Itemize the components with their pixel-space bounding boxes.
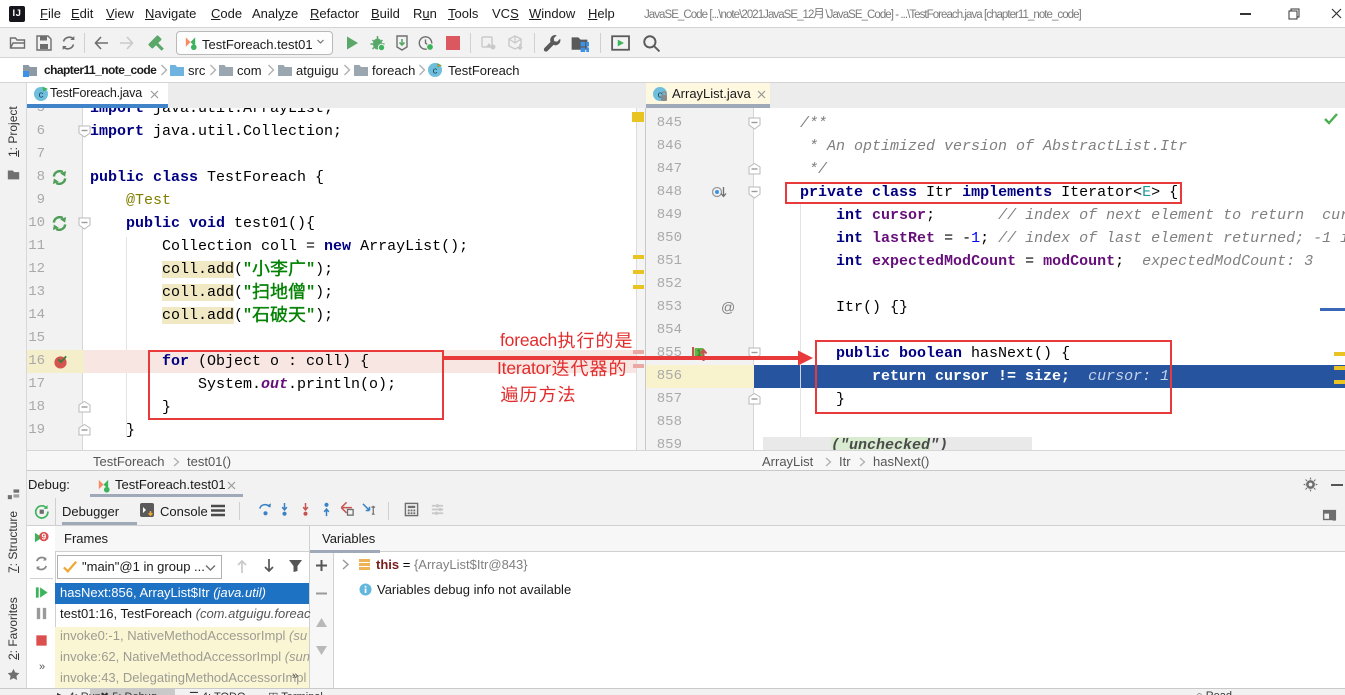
svg-text:9: 9	[42, 531, 47, 541]
